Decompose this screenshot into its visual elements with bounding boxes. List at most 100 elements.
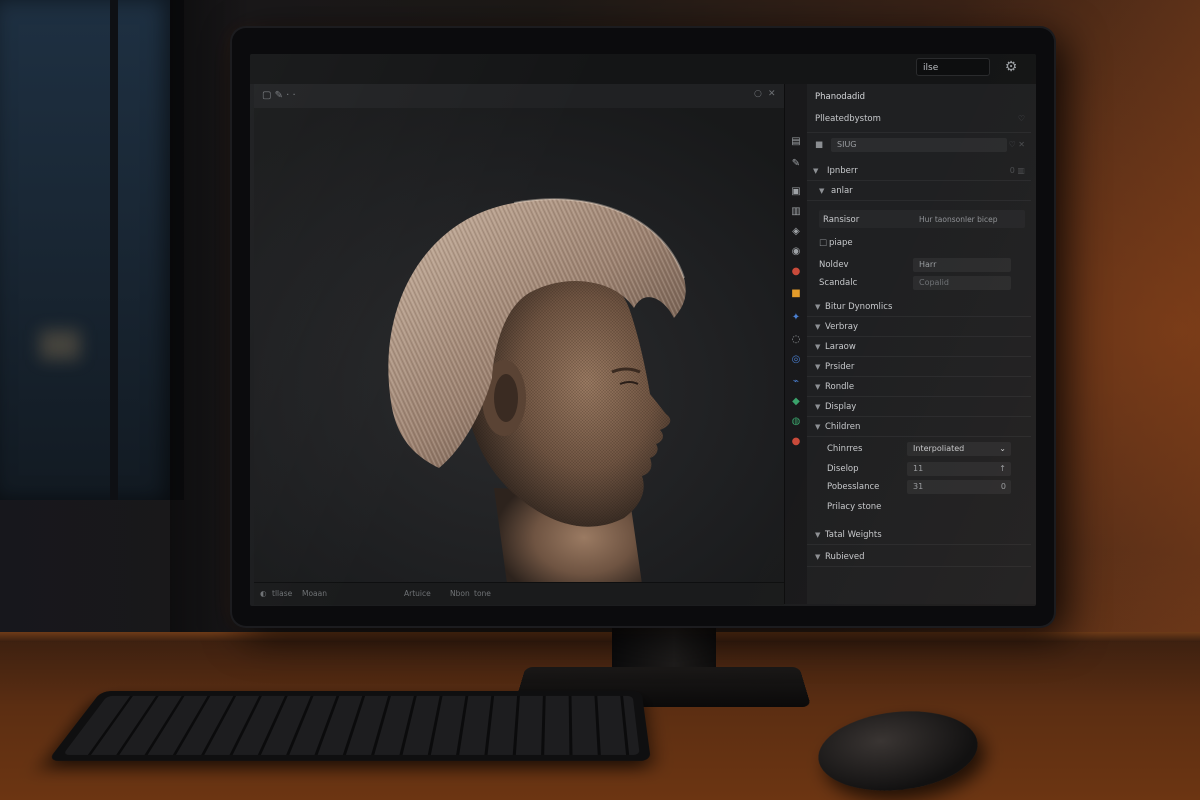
viewport-tools[interactable]: ▢ ✎ · · (262, 90, 296, 101)
fake-user-icon[interactable]: ♡ ✕ (1009, 140, 1025, 149)
section-verbray[interactable]: ▼ Verbray (807, 318, 1031, 337)
field-label: Noldev (819, 260, 849, 270)
properties-panel: Phanodadid Plleatedbystom ♡ ■ SIUG ♡ ✕ ▼… (807, 84, 1036, 604)
field-row: Scandalc Copalid (807, 274, 1031, 292)
group-header[interactable]: ▼ Ipnberr 0 ▥ (807, 162, 1031, 181)
3d-viewport[interactable] (254, 108, 784, 604)
chevron-down-icon: ▼ (815, 423, 821, 431)
chevron-right-icon: ▼ (815, 343, 821, 351)
field-row: Noldev Harr (807, 256, 1031, 274)
section-laraow[interactable]: ▼ Laraow (807, 338, 1031, 357)
field-value: Hur taonsonler bicep (919, 215, 998, 224)
output-icon[interactable]: ▥ (788, 204, 804, 220)
field-row: Ransisor Hur taonsonler bicep (807, 210, 1031, 228)
render-icon[interactable]: ▣ (788, 184, 804, 200)
section-label: Rondle (825, 382, 855, 392)
field-label: Diselop (827, 464, 859, 474)
number-value-secondary: 0 (1000, 482, 1006, 491)
children-mode-select[interactable]: Interpoliated ⌄ (907, 442, 1011, 456)
viewport-header: ▢ ✎ · · ○ ✕ (254, 84, 784, 109)
tool-icon[interactable]: ▤ (788, 134, 804, 150)
screen: ilse ⚙ ▢ ✎ · · ○ ✕ ◐ tllase Moaan Artuic… (250, 54, 1036, 606)
viewport-close-icon[interactable]: ✕ (768, 89, 776, 99)
field-label: Scandalc (819, 278, 858, 288)
texture-icon[interactable]: ◍ (788, 414, 804, 430)
section-hair-dynamics[interactable]: ▼ Bitur Dynomlics (807, 298, 1031, 317)
field-row[interactable]: □ piape (807, 234, 1031, 252)
physics-icon[interactable]: ◎ (788, 352, 804, 368)
section-label: Children (825, 422, 861, 432)
checkbox-icon[interactable]: □ (819, 238, 827, 248)
stepper-icon[interactable]: ↑ (999, 462, 1006, 476)
object-path-row[interactable]: Plleatedbystom ♡ (807, 108, 1031, 133)
section-total-weights[interactable]: ▼ Tatal Weights (807, 526, 1031, 545)
footer-item-2[interactable]: Moaan (302, 589, 327, 598)
pin-icon[interactable]: ♡ (1018, 114, 1025, 123)
number-field[interactable]: 31 0 (907, 480, 1011, 494)
panel-header-label: Phanodadid (815, 92, 866, 102)
subgroup-header[interactable]: ▼ anlar (807, 182, 1031, 201)
camera-icon: ■ (815, 140, 824, 150)
section-rondle[interactable]: ▼ Rondle (807, 378, 1031, 397)
window-light (40, 330, 80, 360)
world-icon[interactable]: ● (788, 264, 804, 280)
section-label: Display (825, 402, 857, 412)
field-value[interactable]: Harr (913, 258, 1011, 272)
panel-header: Phanodadid (807, 88, 1031, 106)
field-label: piape (829, 238, 853, 248)
field-label: Ransisor (823, 215, 860, 225)
material-icon[interactable]: ● (788, 434, 804, 450)
group-options-icon[interactable]: 0 ▥ (1010, 166, 1025, 175)
particle-icon[interactable]: ◌ (788, 332, 804, 348)
view-layer-icon[interactable]: ◈ (788, 224, 804, 240)
window-frame (110, 0, 118, 500)
viewport-dot-icon[interactable]: ○ (754, 89, 762, 99)
chevron-right-icon: ▼ (815, 383, 821, 391)
scene-icon[interactable]: ◉ (788, 244, 804, 260)
section-label: Bitur Dynomlics (825, 302, 893, 312)
field-label: Prilacy stone (827, 502, 882, 512)
object-field[interactable]: SIUG (831, 138, 1007, 152)
section-label: Laraow (825, 342, 856, 352)
properties-tabs: ▤ ✎ ▣ ▥ ◈ ◉ ● ■ ✦ ◌ ◎ ⌁ ◆ ◍ ● (784, 84, 808, 604)
subgroup-title: anlar (831, 186, 853, 196)
children-row: Chinrres Interpoliated ⌄ (807, 440, 1031, 458)
number-field[interactable]: 11 ↑ (907, 462, 1011, 476)
footer-item-3[interactable]: Artuice (404, 589, 431, 598)
keyboard (47, 691, 651, 761)
children-row: Diselop 11 ↑ (807, 460, 1031, 478)
chevron-right-icon: ▼ (815, 303, 821, 311)
modifier-icon[interactable]: ✦ (788, 310, 804, 326)
search-input[interactable]: ilse (916, 58, 990, 76)
footer-icon[interactable]: ◐ (260, 589, 267, 598)
section-label: Tatal Weights (825, 530, 882, 540)
section-display[interactable]: ▼ Display (807, 398, 1031, 417)
chevron-right-icon: ▼ (815, 323, 821, 331)
section-label: Rubieved (825, 552, 865, 562)
constraint-icon[interactable]: ⌁ (788, 374, 804, 390)
section-label: Verbray (825, 322, 859, 332)
data-icon[interactable]: ◆ (788, 394, 804, 410)
footer-item-5[interactable]: tone (474, 589, 491, 598)
chevron-right-icon: ▼ (815, 553, 821, 561)
children-row: Pobesslance 31 0 (807, 478, 1031, 496)
children-row: Prilacy stone (807, 498, 1031, 516)
object-path-label: Plleatedbystom (815, 114, 881, 124)
chevron-right-icon: ▼ (815, 363, 821, 371)
object-field-row: ■ SIUG ♡ ✕ (807, 136, 1031, 154)
chevron-down-icon: ▼ (813, 167, 819, 175)
field-value[interactable]: Copalid (913, 276, 1011, 290)
section-prsider[interactable]: ▼ Prsider (807, 358, 1031, 377)
number-value: 11 (913, 464, 924, 473)
section-rubieved[interactable]: ▼ Rubieved (807, 548, 1031, 567)
section-children[interactable]: ▼ Children (807, 418, 1031, 437)
gear-icon[interactable]: ⚙ (1000, 56, 1022, 78)
field-label: Pobesslance (827, 482, 880, 492)
wrench-icon[interactable]: ✎ (788, 156, 804, 172)
footer-item-1[interactable]: tllase (272, 589, 292, 598)
footer-item-4[interactable]: Nbon (450, 589, 470, 598)
hair-model-render (388, 198, 686, 598)
select-value: Interpoliated (913, 444, 965, 453)
chevron-down-icon: ⌄ (999, 444, 1006, 453)
object-icon[interactable]: ■ (788, 286, 804, 302)
